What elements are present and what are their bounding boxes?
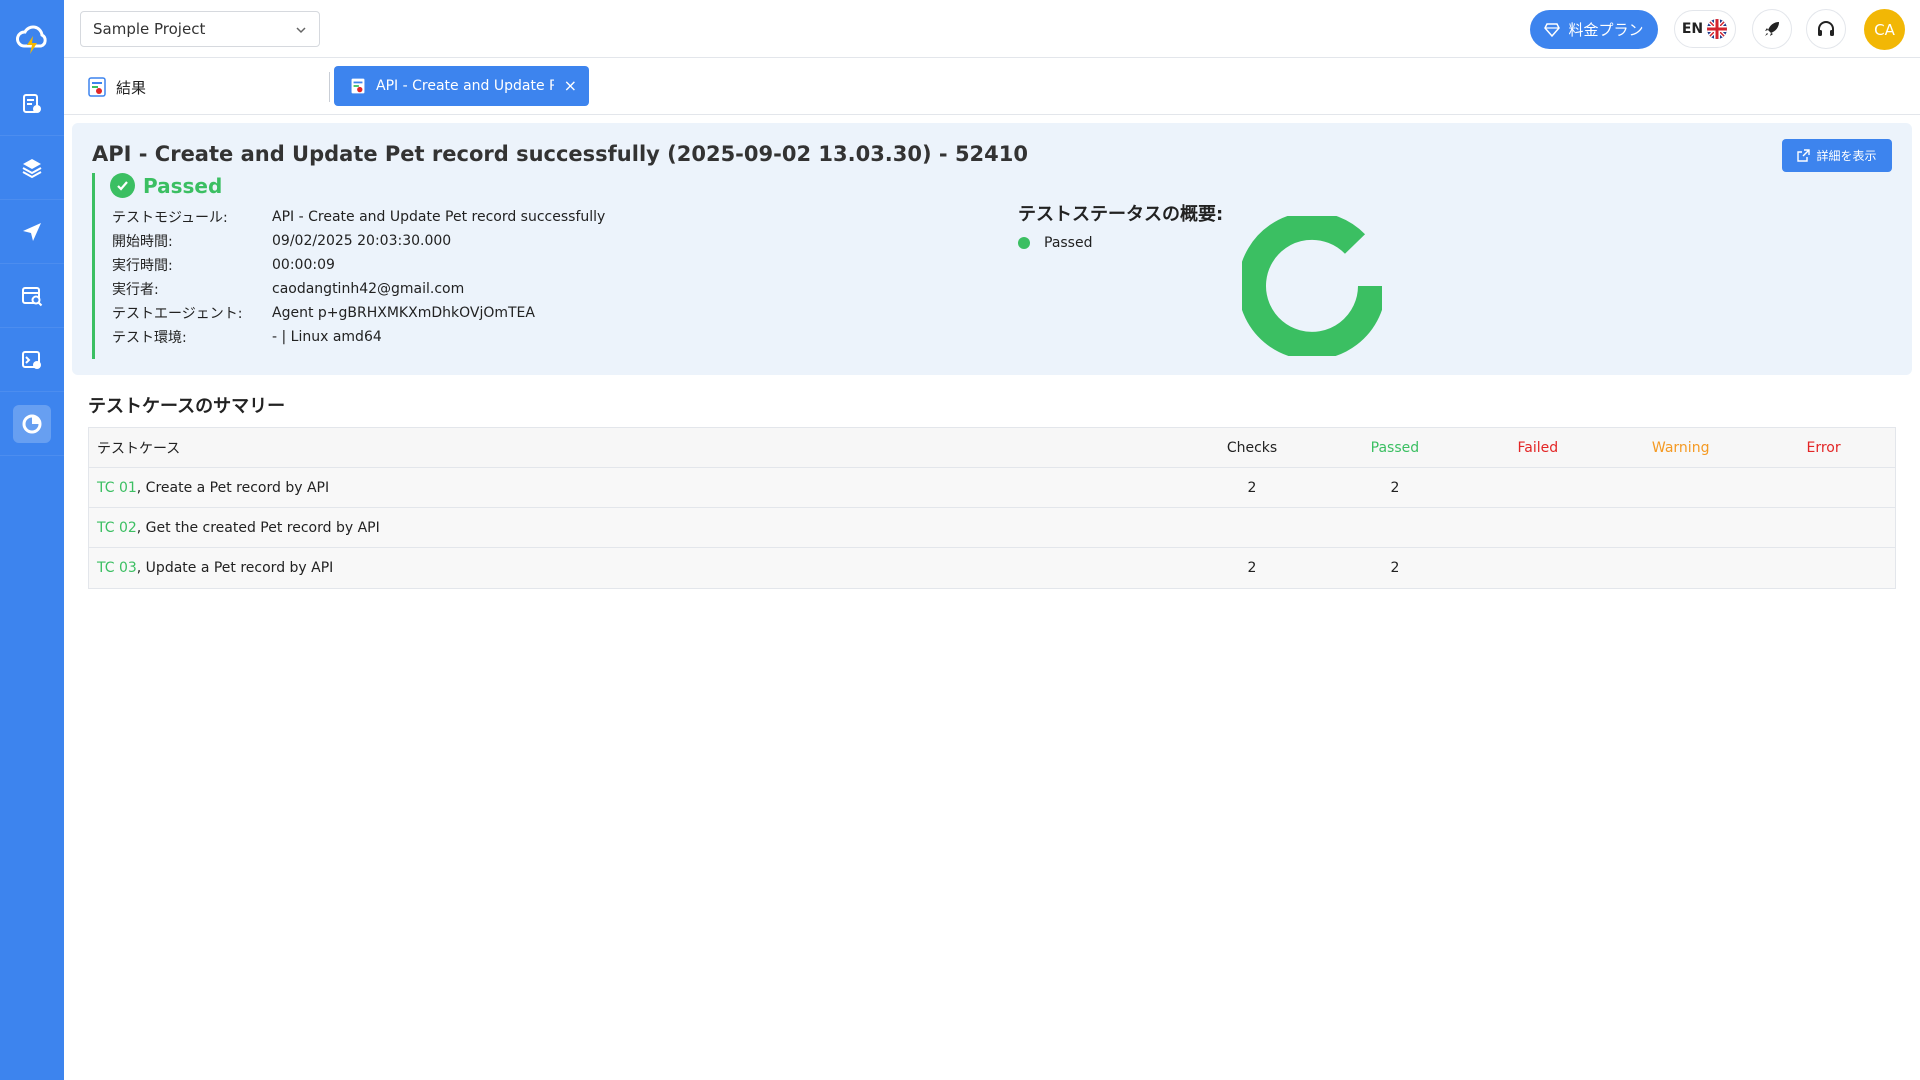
sidebar-item-schedule[interactable] — [0, 264, 64, 328]
chart-legend: Passed — [1018, 235, 1092, 251]
calendar-search-icon — [22, 286, 43, 306]
info-value: 00:00:09 — [272, 257, 335, 273]
rocket-icon — [1765, 22, 1779, 36]
app-logo[interactable] — [0, 0, 64, 80]
info-label: テストモジュール: — [112, 210, 228, 226]
info-row-executor: 実行者: caodangtinh42@gmail.com — [112, 277, 605, 301]
info-row-duration: 実行時間: 00:00:09 — [112, 253, 605, 277]
cloud-logo-icon — [16, 25, 47, 54]
cell-passed: 2 — [1390, 479, 1400, 496]
run-info: テストモジュール: API - Create and Update Pet re… — [112, 205, 605, 349]
info-value: API - Create and Update Pet record succe… — [272, 209, 606, 225]
send-icon — [23, 222, 41, 241]
tab-results[interactable]: 結果 — [88, 72, 146, 102]
support-button[interactable] — [1806, 9, 1846, 49]
testcase-summary-table: テストケース Checks Passed Failed Warning Erro… — [88, 427, 1896, 589]
project-select[interactable]: Sample Project — [80, 11, 320, 47]
testcase-name: , Create a Pet record by API — [136, 479, 330, 496]
info-label: 開始時間: — [112, 234, 173, 250]
table-row: TC 02, Get the created Pet record by API — [89, 508, 1895, 548]
info-value: caodangtinh42@gmail.com — [272, 281, 465, 297]
testcase-link[interactable]: TC 01 — [97, 480, 137, 496]
donut-slice-passed — [1242, 216, 1382, 356]
uk-flag-icon — [1707, 19, 1728, 39]
language-code: EN — [1681, 21, 1704, 37]
sidebar — [0, 0, 64, 1080]
header-testcase: テストケース — [97, 440, 181, 457]
run-title: API - Create and Update Pet record succe… — [92, 142, 1028, 166]
user-avatar[interactable]: CA — [1864, 9, 1905, 50]
status-donut-chart — [1242, 216, 1382, 356]
headset-icon — [1818, 21, 1834, 36]
diamond-icon — [1544, 22, 1561, 37]
sidebar-item-results[interactable] — [0, 392, 64, 456]
view-details-button[interactable]: 詳細を表示 — [1782, 139, 1892, 172]
info-value: - | Linux amd64 — [272, 329, 382, 345]
quick-start-button[interactable] — [1752, 9, 1792, 49]
run-status: Passed — [110, 173, 222, 198]
info-row-start-time: 開始時間: 09/02/2025 20:03:30.000 — [112, 229, 605, 253]
table-row: TC 01, Create a Pet record by API 2 2 — [89, 468, 1895, 508]
report-icon — [88, 77, 106, 97]
testcase-summary-title: テストケースのサマリー — [88, 396, 286, 417]
close-icon[interactable]: × — [564, 78, 577, 94]
testcase-name: , Update a Pet record by API — [136, 560, 334, 576]
pricing-plan-button[interactable]: 料金プラン — [1530, 10, 1658, 49]
view-details-label: 詳細を表示 — [1816, 149, 1877, 163]
testcase-cell: TC 02, Get the created Pet record by API — [89, 520, 1181, 536]
results-icon — [22, 414, 42, 433]
testcase-name: , Get the created Pet record by API — [136, 519, 380, 536]
sidebar-item-test-cases[interactable] — [0, 72, 64, 136]
cell-passed: 2 — [1390, 560, 1400, 576]
sidebar-item-run[interactable] — [0, 200, 64, 264]
language-switcher[interactable]: EN — [1674, 10, 1736, 48]
project-select-value: Sample Project — [93, 20, 206, 38]
status-overview-title: テストステータスの概要: — [1018, 204, 1224, 225]
info-label: 実行者: — [112, 282, 159, 298]
tab-test-run[interactable]: API - Create and Update P... × — [334, 66, 589, 106]
header-failed: Failed — [1517, 439, 1559, 456]
header-passed: Passed — [1370, 439, 1420, 456]
header-error: Error — [1806, 439, 1841, 456]
info-row-environment: テスト環境: - | Linux amd64 — [112, 325, 605, 349]
sidebar-item-agents[interactable] — [0, 328, 64, 392]
report-icon — [350, 77, 366, 95]
tab-test-run-label: API - Create and Update P... — [376, 78, 554, 94]
legend-label-passed: Passed — [1044, 235, 1093, 251]
header-checks: Checks — [1226, 439, 1278, 456]
sidebar-item-modules[interactable] — [0, 136, 64, 200]
tab-results-label: 結果 — [116, 78, 147, 97]
test-case-icon — [23, 93, 41, 113]
testcase-link[interactable]: TC 02 — [97, 520, 137, 536]
info-row-module: テストモジュール: API - Create and Update Pet re… — [112, 205, 605, 229]
run-summary-card: API - Create and Update Pet record succe… — [72, 123, 1912, 375]
header-warning: Warning — [1651, 439, 1710, 456]
terminal-settings-icon — [22, 350, 41, 369]
run-status-label: Passed — [143, 173, 223, 198]
info-label: テスト環境: — [112, 330, 187, 346]
info-value: Agent p+gBRHXMKXmDhkOVjOmTEA — [272, 305, 535, 321]
testcase-link[interactable]: TC 03 — [97, 560, 137, 576]
chevron-down-icon — [296, 27, 306, 34]
info-value: 09/02/2025 20:03:30.000 — [272, 233, 452, 249]
info-label: 実行時間: — [112, 258, 173, 274]
testcase-cell: TC 01, Create a Pet record by API — [89, 480, 1181, 496]
pricing-plan-label: 料金プラン — [1568, 21, 1644, 39]
check-circle-icon — [110, 173, 135, 198]
tab-divider — [329, 72, 330, 102]
status-accent-bar — [92, 173, 95, 359]
top-bar: Sample Project 料金プラン EN CA — [64, 0, 1920, 58]
layers-icon — [22, 158, 42, 178]
cell-checks: 2 — [1247, 479, 1257, 496]
tab-bar: 結果 API - Create and Update P... × — [64, 58, 1920, 115]
legend-dot-passed — [1018, 237, 1030, 249]
cell-checks: 2 — [1247, 560, 1257, 576]
sidebar-active-highlight — [13, 404, 51, 443]
testcase-cell: TC 03, Update a Pet record by API — [89, 560, 1181, 576]
table-header-row: テストケース Checks Passed Failed Warning Erro… — [89, 428, 1895, 468]
info-row-agent: テストエージェント: Agent p+gBRHXMKXmDhkOVjOmTEA — [112, 301, 605, 325]
table-row: TC 03, Update a Pet record by API 2 2 — [89, 548, 1895, 588]
external-link-icon — [1797, 149, 1811, 162]
info-label: テストエージェント: — [112, 306, 243, 322]
